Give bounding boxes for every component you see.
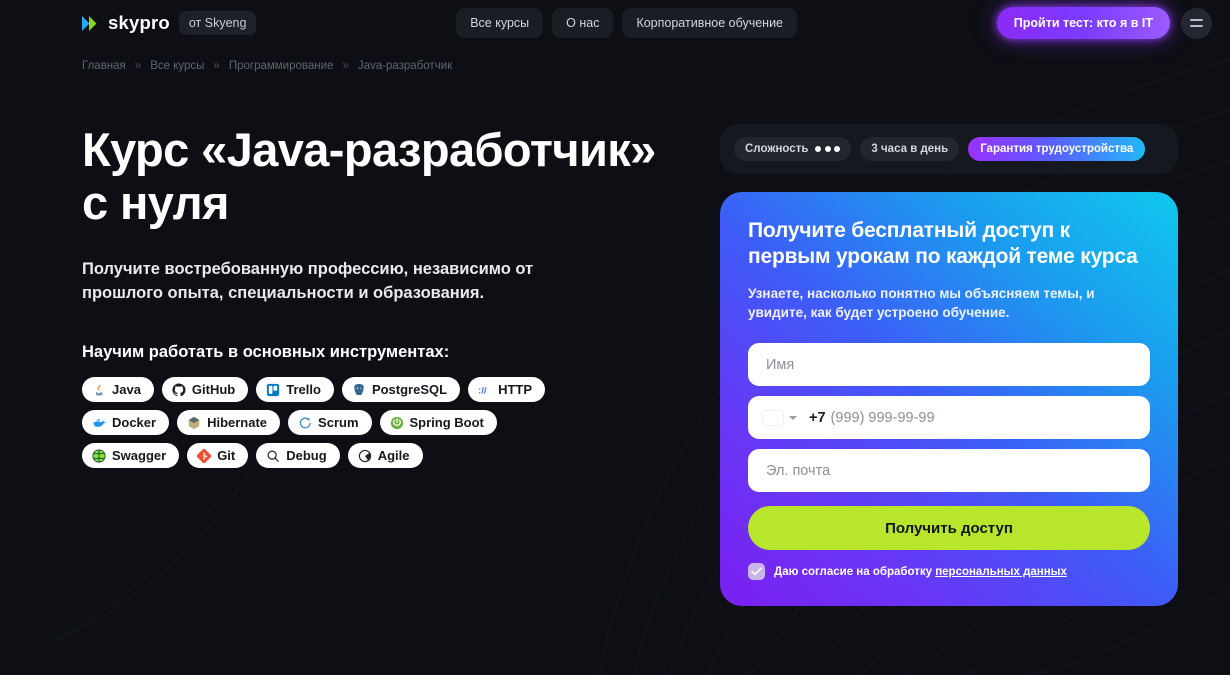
name-field[interactable]: Имя xyxy=(748,343,1150,387)
form-title: Получите бесплатный доступ к первым урок… xyxy=(748,219,1138,269)
chip-http[interactable]: :// HTTP xyxy=(468,377,546,403)
chip-label: Hibernate xyxy=(207,415,268,431)
phone-country-code: +7 xyxy=(809,409,826,426)
form-description: Узнаете, насколько понятно мы объясняем … xyxy=(748,285,1095,321)
difficulty-dots xyxy=(815,146,841,152)
consent-text-plain: Даю согласие на обработку xyxy=(774,565,936,578)
chip-agile[interactable]: Agile xyxy=(347,443,423,469)
take-test-cta-button[interactable]: Пройти тест: кто я в IT xyxy=(996,7,1170,39)
breadcrumb-item-current: Java-разработчик xyxy=(357,60,453,72)
chip-github[interactable]: GitHub xyxy=(161,377,249,403)
header-actions: Пройти тест: кто я в IT xyxy=(996,7,1212,39)
skypro-play-mark-icon xyxy=(82,15,97,31)
name-placeholder: Имя xyxy=(766,356,795,373)
difficulty-dot xyxy=(824,146,831,152)
nav-corporate[interactable]: Корпоративное обучение xyxy=(622,8,798,38)
hero-lead-text: Получите востребованную профессию, незав… xyxy=(82,260,534,302)
phone-placeholder: (999) 999-99-99 xyxy=(830,409,935,426)
difficulty-dot xyxy=(815,146,822,152)
chip-java[interactable]: Java xyxy=(82,377,154,403)
nav-about[interactable]: О нас xyxy=(552,8,614,38)
chip-label: Java xyxy=(112,382,141,398)
main-content: Курс «Java-разработчик» с нуля Получите … xyxy=(0,72,1230,607)
chip-label: Git xyxy=(217,448,236,464)
page-title: Курс «Java-разработчик» с нуля xyxy=(82,123,656,229)
trello-icon xyxy=(267,383,280,396)
chip-swagger[interactable]: Swagger xyxy=(82,443,180,469)
chip-label: Scrum xyxy=(318,415,359,431)
chip-git[interactable]: Git xyxy=(187,443,249,469)
chip-label: Debug xyxy=(286,448,327,464)
phone-field[interactable]: +7 (999) 999-99-99 xyxy=(748,396,1150,440)
breadcrumb-item-all-courses[interactable]: Все курсы xyxy=(150,60,204,72)
hamburger-menu-icon[interactable] xyxy=(1180,7,1212,39)
tools-heading: Научим работать в основных инструментах: xyxy=(82,343,450,362)
chip-label: Spring Boot xyxy=(409,415,484,431)
burger-line xyxy=(1189,25,1203,27)
logo-text: skypro xyxy=(108,12,170,33)
java-icon xyxy=(95,384,103,396)
email-field[interactable]: Эл. почта xyxy=(748,449,1150,493)
lead-form-card: Получите бесплатный доступ к первым урок… xyxy=(720,192,1178,607)
page-root: skypro от Skyeng Все курсы О нас Корпора… xyxy=(0,0,1230,675)
chip-label: Agile xyxy=(377,448,410,464)
course-meta-bar: Сложность 3 часа в день Гарантия трудоус… xyxy=(720,124,1178,174)
burger-line xyxy=(1189,19,1203,21)
chip-trello[interactable]: Trello xyxy=(256,377,334,403)
russia-flag-icon[interactable] xyxy=(763,411,783,425)
difficulty-label: Сложность xyxy=(745,143,809,155)
consent-row: Даю согласие на обработку персональных д… xyxy=(748,563,1150,581)
main-nav: Все курсы О нас Корпоративное обучение xyxy=(456,8,798,38)
chip-hibernate[interactable]: Hibernate xyxy=(177,410,281,436)
employment-guarantee-badge: Гарантия трудоустройства xyxy=(968,137,1146,161)
check-icon xyxy=(751,567,762,576)
breadcrumb-separator: » xyxy=(134,60,142,72)
debug-search-icon xyxy=(267,450,280,462)
chip-debug[interactable]: Debug xyxy=(256,443,340,469)
chip-label: Trello xyxy=(286,382,321,398)
swagger-icon xyxy=(92,449,106,463)
tool-chip-list: Java GitHub Trello PostgreSQL:// HTTP D… xyxy=(82,377,552,469)
difficulty-badge: Сложность xyxy=(734,137,852,161)
consent-checkbox[interactable] xyxy=(748,563,765,581)
chevron-down-icon[interactable] xyxy=(789,415,797,420)
site-header: skypro от Skyeng Все курсы О нас Корпора… xyxy=(0,0,1230,46)
chip-label: Swagger xyxy=(112,448,167,464)
agile-icon xyxy=(358,449,371,462)
hibernate-icon xyxy=(188,416,200,429)
chip-label: Docker xyxy=(112,415,157,431)
postgresql-icon xyxy=(354,383,364,395)
hero-right-column: Сложность 3 часа в день Гарантия трудоус… xyxy=(720,124,1178,607)
personal-data-link[interactable]: персональных данных xyxy=(935,566,1067,578)
chip-label: PostgreSQL xyxy=(371,382,448,398)
breadcrumb: Главная » Все курсы » Программирование »… xyxy=(0,46,1230,72)
docker-icon xyxy=(93,418,106,427)
http-icon: :// xyxy=(478,385,487,396)
difficulty-dot xyxy=(834,146,841,152)
brand-block: skypro от Skyeng xyxy=(82,11,257,35)
chip-docker[interactable]: Docker xyxy=(82,410,170,436)
spring-boot-icon xyxy=(390,416,403,429)
submit-button[interactable]: Получить доступ xyxy=(748,506,1150,551)
breadcrumb-separator: » xyxy=(213,60,220,72)
time-badge: 3 часа в день xyxy=(860,137,960,161)
consent-text: Даю согласие на обработку персональных д… xyxy=(774,566,1067,578)
scrum-icon xyxy=(299,417,311,429)
hero-left-column: Курс «Java-разработчик» с нуля Получите … xyxy=(82,123,682,606)
breadcrumb-item-programming[interactable]: Программирование xyxy=(229,60,334,72)
svg-text:://: :// xyxy=(478,385,487,396)
logo[interactable]: skypro xyxy=(82,12,170,34)
breadcrumb-separator: » xyxy=(342,60,349,72)
email-placeholder: Эл. почта xyxy=(766,462,831,479)
github-icon xyxy=(172,383,186,396)
sub-brand-badge: от Skyeng xyxy=(178,11,257,35)
git-icon xyxy=(197,448,212,463)
nav-all-courses[interactable]: Все курсы xyxy=(456,8,544,38)
chip-postgresql[interactable]: PostgreSQL xyxy=(341,377,461,403)
chip-label: HTTP xyxy=(498,382,533,398)
chip-label: GitHub xyxy=(191,382,236,398)
chip-spring-boot[interactable]: Spring Boot xyxy=(379,410,497,436)
chip-scrum[interactable]: Scrum xyxy=(288,410,372,436)
breadcrumb-item-home[interactable]: Главная xyxy=(82,60,126,72)
